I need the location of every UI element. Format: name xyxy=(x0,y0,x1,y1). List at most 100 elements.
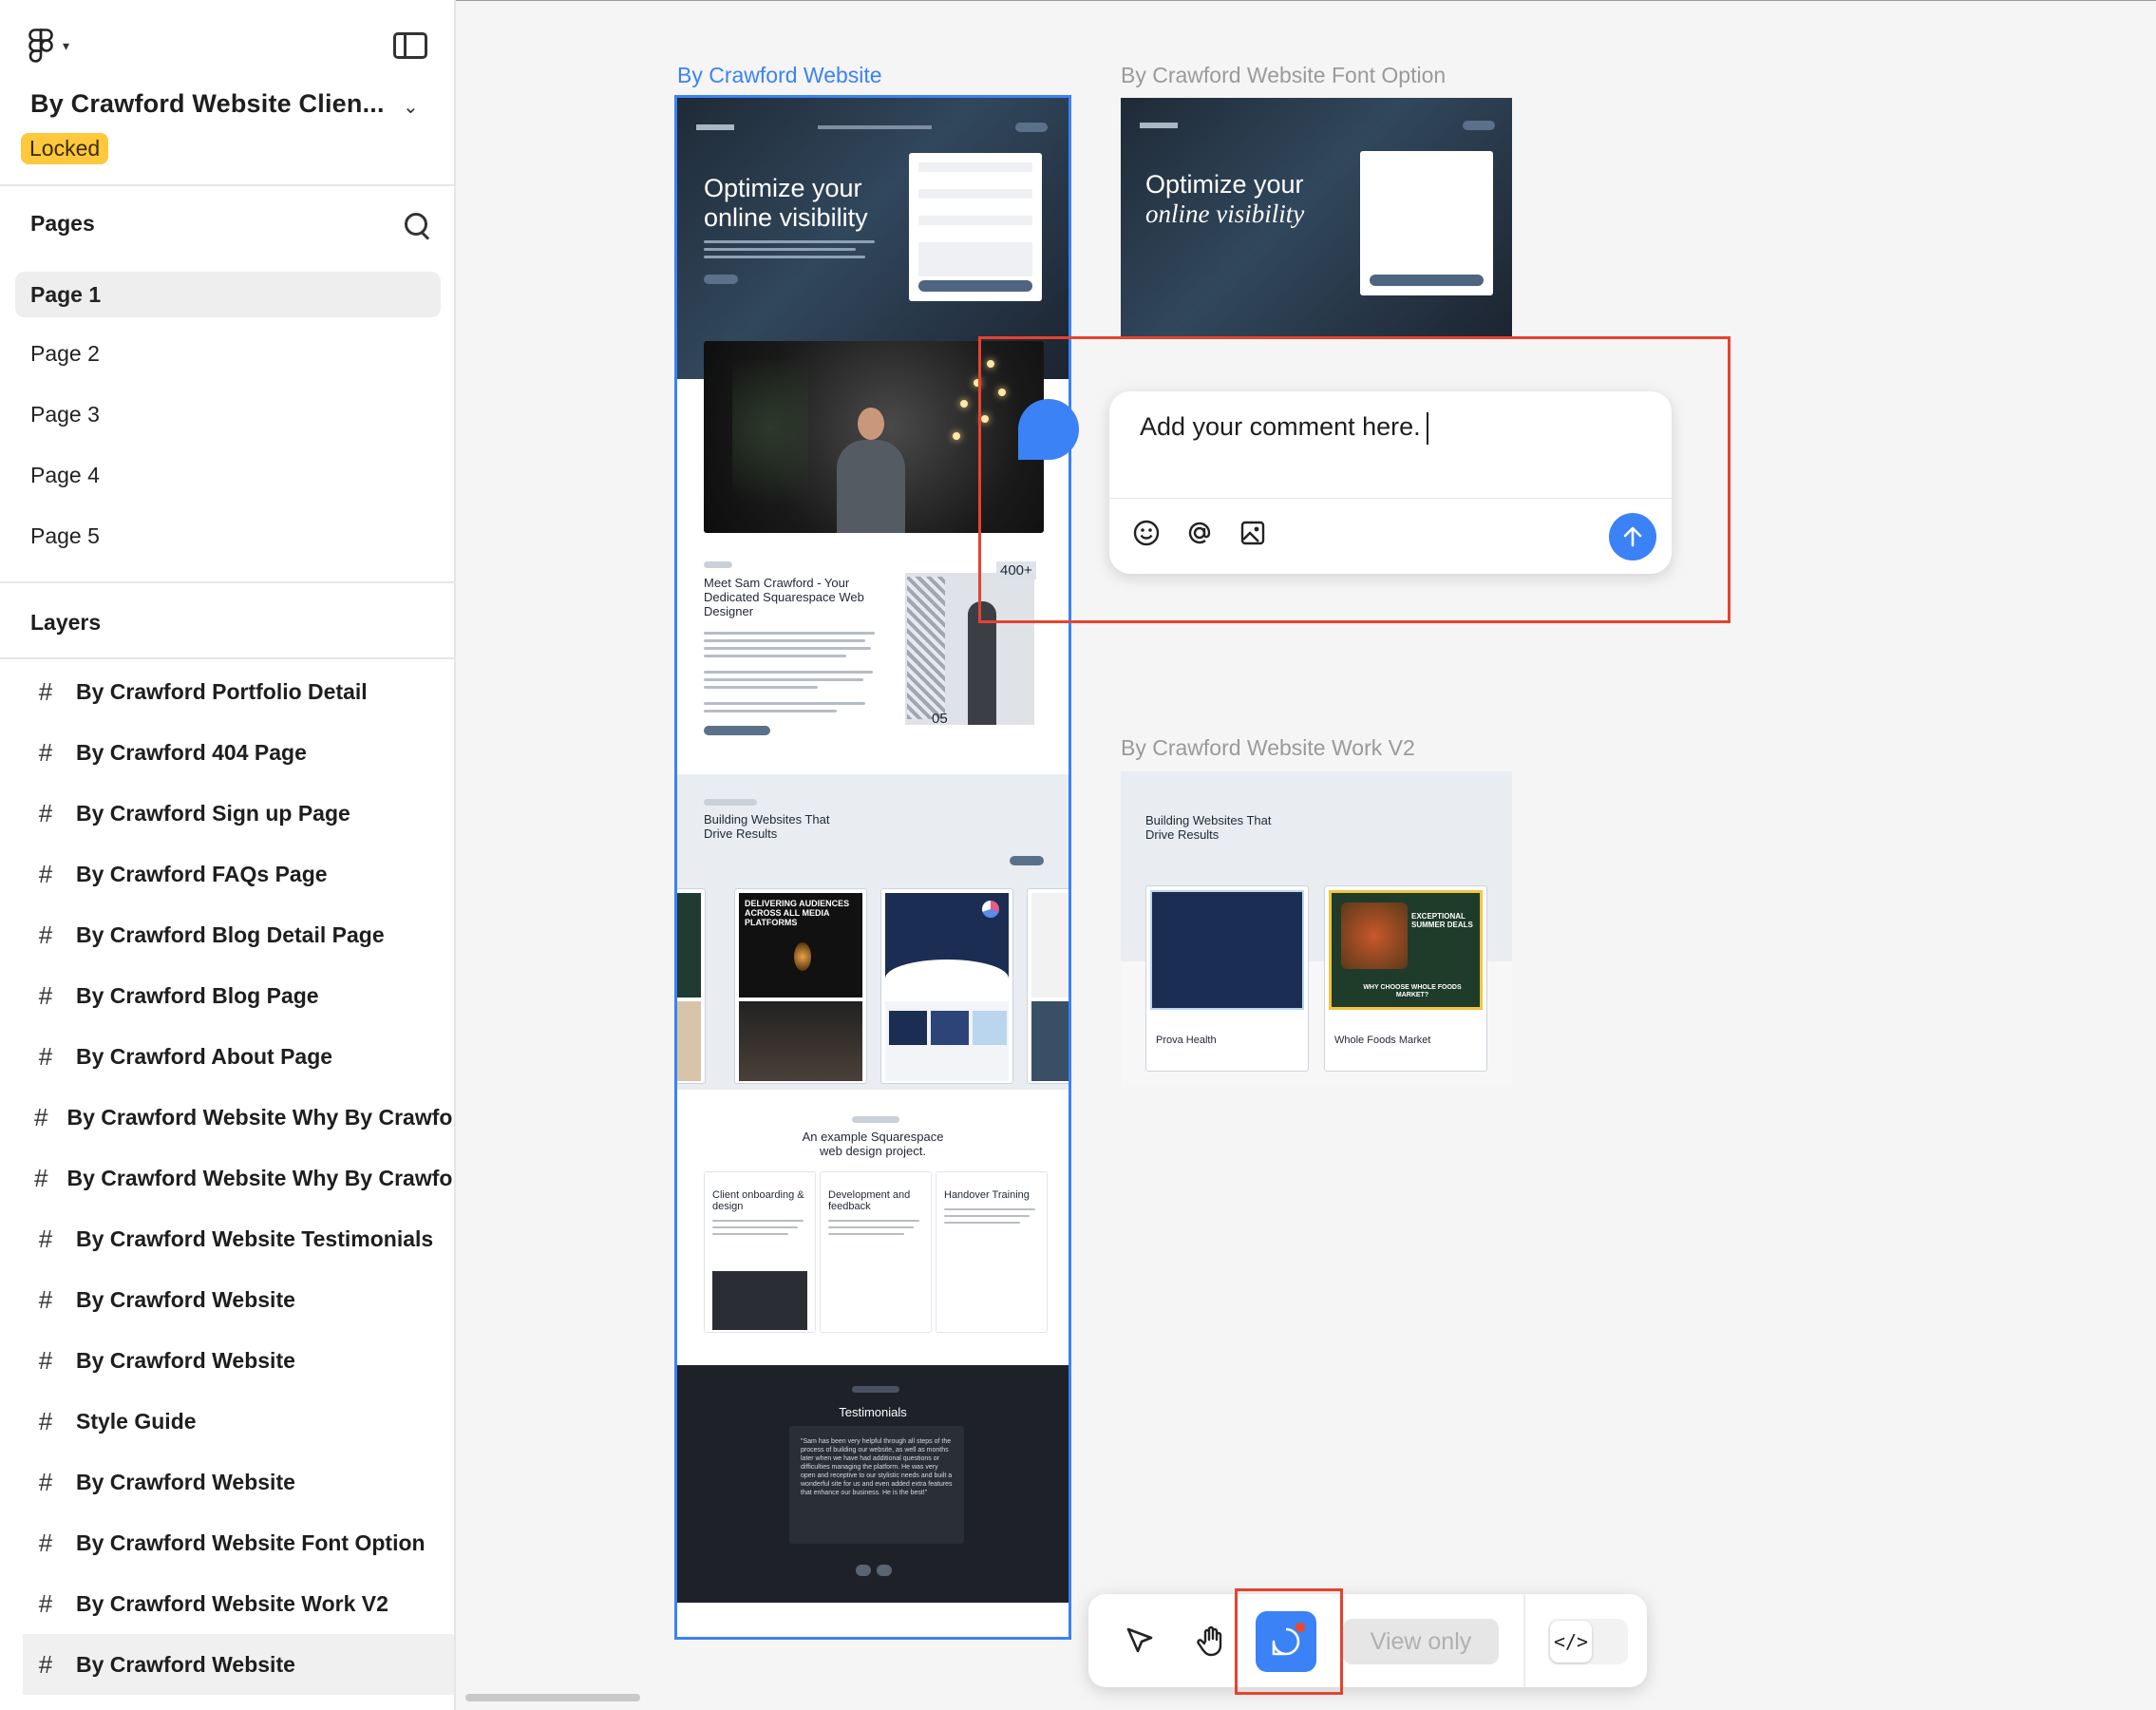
layer-label: By Crawford FAQs Page xyxy=(76,861,328,886)
section-tag xyxy=(852,1386,899,1393)
divider xyxy=(0,581,454,583)
process-step: Handover Training xyxy=(936,1171,1048,1333)
file-menu-chevron-icon[interactable]: ⌄ xyxy=(403,95,419,119)
layer-label: By Crawford Website xyxy=(76,1286,295,1312)
nav-logo xyxy=(1140,123,1178,128)
layer-item-selected[interactable]: # By Crawford Website xyxy=(23,1634,454,1695)
page-item[interactable]: Page 2 xyxy=(15,332,441,374)
testimonial-card: "Sam has been very helpful through all s… xyxy=(789,1426,964,1544)
emoji-icon[interactable] xyxy=(1130,517,1163,549)
process-title: An example Squarespace web design projec… xyxy=(677,1130,1069,1158)
nav-logo xyxy=(696,124,734,130)
search-icon[interactable] xyxy=(403,211,431,239)
layer-item[interactable]: # By Crawford Website Work V2 xyxy=(23,1573,454,1634)
page-item[interactable]: Page 3 xyxy=(15,393,441,435)
section-tag xyxy=(852,1116,899,1123)
view-only-button[interactable]: View only xyxy=(1343,1619,1499,1664)
layer-item[interactable]: # By Crawford Website xyxy=(23,1330,454,1391)
work-title-line: Building Websites That xyxy=(704,812,830,826)
layer-item[interactable]: # By Crawford Portfolio Detail xyxy=(23,661,454,722)
process-step-title: Development and feedback xyxy=(828,1189,911,1212)
layer-label: By Crawford Website xyxy=(76,1651,295,1677)
page-item[interactable]: Page 5 xyxy=(15,515,441,557)
page-item[interactable]: Page 4 xyxy=(15,454,441,496)
frame-icon: # xyxy=(38,980,53,1010)
layer-item[interactable]: # By Crawford Sign up Page xyxy=(23,783,454,844)
about-title: Meet Sam Crawford - Your Dedicated Squar… xyxy=(704,576,864,618)
arrow-up-icon[interactable] xyxy=(1609,513,1656,560)
testimonial-text: "Sam has been very helpful through all s… xyxy=(801,1438,953,1496)
frame-icon: # xyxy=(38,859,53,888)
frame-icon: # xyxy=(38,1406,53,1435)
comment-pin-icon[interactable] xyxy=(1018,399,1079,460)
frame-icon: # xyxy=(38,1467,53,1496)
frame-label-work-v2[interactable]: By Crawford Website Work V2 xyxy=(1121,735,1415,761)
process-step-title: Client onboarding & design xyxy=(712,1189,804,1212)
frame-label-main[interactable]: By Crawford Website xyxy=(677,63,882,88)
card-heading: DELIVERING AUDIENCES ACROSS ALL MEDIA PL… xyxy=(745,899,850,927)
layer-item[interactable]: # By Crawford Website Font Option xyxy=(23,1512,454,1573)
work-card-title: Prova Health xyxy=(1156,1035,1217,1046)
text-caret xyxy=(1427,412,1428,445)
layer-label: By Crawford Website xyxy=(76,1469,295,1494)
cursor-arrow-icon[interactable] xyxy=(1109,1611,1170,1672)
work-card xyxy=(1027,888,1069,1084)
image-icon[interactable] xyxy=(1237,517,1269,549)
work-v2-frame-preview[interactable]: Building Websites That Drive Results Pro… xyxy=(1121,771,1512,1087)
layer-item[interactable]: # By Crawford Website xyxy=(23,1269,454,1330)
at-icon[interactable] xyxy=(1183,517,1216,549)
hero-title-line: Optimize your xyxy=(1145,170,1304,199)
work-title-line: Drive Results xyxy=(1145,827,1220,842)
contact-form-preview xyxy=(909,153,1042,301)
nav-links xyxy=(818,125,932,129)
frame-label-font-option[interactable]: By Crawford Website Font Option xyxy=(1121,63,1446,88)
layer-item[interactable]: # By Crawford Blog Page xyxy=(23,965,454,1026)
bottom-toolbar: View only </> xyxy=(1088,1594,1647,1687)
hero-text xyxy=(704,240,894,263)
layer-label: By Crawford Blog Detail Page xyxy=(76,922,385,947)
hero-nav xyxy=(696,123,1048,132)
layer-label: By Crawford Blog Page xyxy=(76,982,319,1008)
frame-icon: # xyxy=(38,676,53,706)
main-frame-preview[interactable]: Optimize your online visibility Meet Sam… xyxy=(674,95,1071,1640)
layer-item[interactable]: # By Crawford About Page xyxy=(23,1026,454,1087)
divider xyxy=(1523,1594,1525,1687)
left-sidebar: ▾ By Crawford Website Clien... ⌄ Locked … xyxy=(0,0,456,1710)
work-card: Prova Health xyxy=(1145,885,1309,1072)
card-subheading: WHY CHOOSE WHOLE FOODS MARKET? xyxy=(1363,984,1462,998)
work-card xyxy=(880,888,1013,1084)
frame-icon: # xyxy=(34,1163,48,1192)
layer-item[interactable]: # By Crawford Website Why By Crawfor xyxy=(23,1148,454,1208)
hand-icon[interactable] xyxy=(1182,1611,1242,1672)
section-tag xyxy=(704,561,732,568)
pages-heading: Pages xyxy=(30,211,95,236)
divider xyxy=(0,657,454,659)
carousel-prev-icon xyxy=(856,1565,871,1576)
layer-item[interactable]: # By Crawford Blog Detail Page xyxy=(23,904,454,965)
layer-item[interactable]: # By Crawford Website xyxy=(23,1452,454,1512)
file-title[interactable]: By Crawford Website Clien... xyxy=(30,89,385,119)
process-step: Development and feedback xyxy=(820,1171,932,1333)
dev-mode-toggle[interactable]: </> xyxy=(1548,1619,1628,1664)
font-option-frame-preview[interactable]: Optimize your online visibility xyxy=(1121,98,1512,339)
work-title-line: Building Websites That xyxy=(1145,813,1272,827)
main-menu-button[interactable]: ▾ xyxy=(28,28,85,63)
horizontal-scrollbar[interactable] xyxy=(465,1694,640,1701)
comment-composer: Add your comment here. xyxy=(1109,391,1672,574)
layer-label: By Crawford Website Testimonials xyxy=(76,1226,434,1251)
layer-item[interactable]: # Style Guide xyxy=(23,1391,454,1452)
toggle-sidebar-icon[interactable] xyxy=(393,32,427,59)
comment-input[interactable]: Add your comment here. xyxy=(1140,412,1634,442)
nav-cta xyxy=(1463,121,1495,130)
layer-item[interactable]: # By Crawford FAQs Page xyxy=(23,844,454,904)
page-item[interactable]: Page 1 xyxy=(15,272,441,317)
layer-item[interactable]: # By Crawford Website Testimonials xyxy=(23,1208,454,1269)
card-headline: EXCEPTIONAL SUMMER DEALS xyxy=(1411,912,1473,929)
work-card-title: Whole Foods Market xyxy=(1334,1035,1431,1046)
work-title-line: Drive Results xyxy=(704,826,778,841)
layer-item[interactable]: # By Crawford 404 Page xyxy=(23,722,454,783)
layer-item[interactable]: # By Crawford Website Why By Crawfor xyxy=(23,1087,454,1148)
process-section: An example Squarespace web design projec… xyxy=(677,1111,1069,1333)
section-tag xyxy=(704,799,757,806)
process-step: Client onboarding & design xyxy=(704,1171,816,1333)
